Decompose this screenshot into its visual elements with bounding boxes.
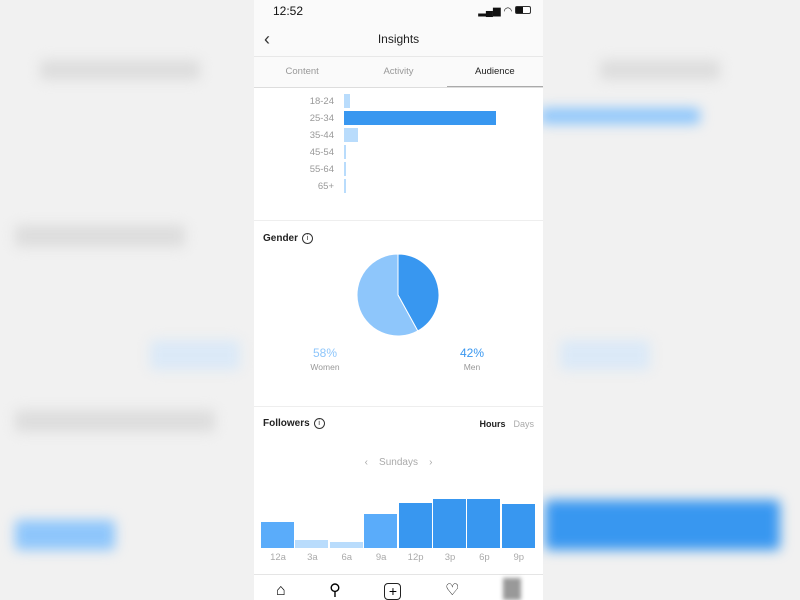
age-label: 18-24 [309,95,334,107]
profile-avatar[interactable] [503,578,522,600]
age-bar [344,128,358,142]
age-bar [344,162,346,176]
hour-label: 3a [307,552,318,563]
status-icons: ▂▄▆ ◠ [478,5,531,17]
age-bar [344,145,346,159]
age-row: 65+ [254,179,346,193]
follower-bar [501,503,535,548]
follower-bar [398,502,432,548]
chevron-right-icon[interactable]: › [429,457,432,468]
tab-bar: Content Activity Audience [254,56,543,88]
age-label: 65+ [317,180,334,192]
day-label: Sundays [379,457,418,468]
phone-screen: 12:52 ▂▄▆ ◠ ‹ Insights Content Activity … [254,0,543,600]
tab-audience[interactable]: Audience [446,57,543,87]
hour-label: 6a [341,552,353,563]
chevron-left-icon[interactable]: ‹ [365,457,368,468]
follower-bar [329,542,363,548]
age-row: 55-64 [254,162,346,176]
info-icon[interactable]: i [313,418,325,429]
chevron-left-icon[interactable]: ‹ [264,22,270,56]
day-selector: ‹ Sundays › [254,457,543,468]
gender-section: Gender i 58% Women 42% Men [254,221,543,407]
age-label: 35-44 [309,129,334,141]
follower-bar [295,540,329,548]
tab-content[interactable]: Content [254,57,350,87]
follower-bar [364,514,398,548]
heart-icon[interactable]: ♡ [445,580,459,600]
days-toggle[interactable]: Days [513,419,534,429]
women-stat: 58% Women [295,346,355,372]
follower-bar [467,499,501,548]
men-stat: 42% Men [442,346,502,372]
men-percent: 42% [459,346,485,360]
age-bar [344,94,351,108]
signal-icon: ▂▄▆ [478,5,501,17]
age-bar [344,179,346,193]
status-bar: 12:52 ▂▄▆ ◠ [254,0,543,22]
age-range-chart: 18-24 25-34 35-44 45-54 55-64 65+ [254,88,543,221]
women-percent: 58% [312,346,338,360]
followers-section: Followers i Hours Days ‹ Sundays › 12a 3a 6… [254,407,543,575]
age-label: 55-64 [309,163,334,175]
age-bar [344,111,496,125]
followers-title: Followers i [263,418,325,429]
wifi-icon: ◠ [503,5,513,17]
nav-bar: ‹ Insights [254,22,543,56]
men-label: Men [463,362,481,372]
battery-icon [515,5,531,14]
age-row: 35-44 [254,128,358,142]
search-icon[interactable]: ⚲ [329,580,341,600]
hour-label: 9a [375,552,387,563]
hours-days-toggle: Hours Days [479,419,534,429]
age-row: 25-34 [254,111,496,125]
gender-pie [356,253,440,337]
hour-label: 9p [513,552,525,563]
age-row: 45-54 [254,145,346,159]
age-row: 18-24 [254,94,351,108]
age-label: 25-34 [309,112,334,124]
hour-label: 12a [270,552,286,563]
follower-bar [261,522,294,548]
follower-bar [433,499,466,548]
hour-label: 3p [444,552,456,563]
add-post-icon[interactable]: + [384,583,402,600]
hour-label: 6p [479,552,490,563]
followers-title-text: Followers [263,418,310,429]
home-icon[interactable]: ⌂ [276,582,286,600]
hour-label: 12p [407,552,424,563]
bottom-tab-bar: ⌂ ⚲ + ♡ [254,574,543,600]
page-title: Insights [377,32,420,46]
hours-toggle[interactable]: Hours [479,419,505,429]
status-time: 12:52 [273,4,304,18]
age-label: 45-54 [309,146,334,158]
tab-activity[interactable]: Activity [350,57,446,87]
women-label: Women [310,362,340,372]
